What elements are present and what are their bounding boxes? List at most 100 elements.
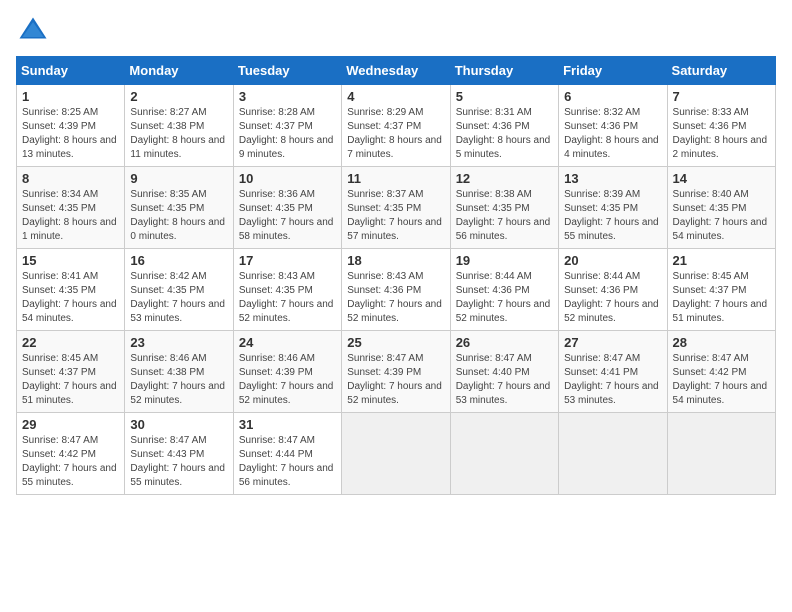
day-detail: Sunrise: 8:46 AM Sunset: 4:39 PM Dayligh… — [239, 352, 336, 408]
logo-icon — [18, 16, 48, 46]
day-number: 5 — [456, 89, 553, 104]
col-friday: Friday — [559, 57, 667, 85]
col-thursday: Thursday — [450, 57, 558, 85]
calendar-cell: 14 Sunrise: 8:40 AM Sunset: 4:35 PM Dayl… — [667, 167, 775, 249]
week-row-3: 15 Sunrise: 8:41 AM Sunset: 4:35 PM Dayl… — [17, 249, 776, 331]
col-wednesday: Wednesday — [342, 57, 450, 85]
day-number: 15 — [22, 253, 119, 268]
calendar-cell: 24 Sunrise: 8:46 AM Sunset: 4:39 PM Dayl… — [233, 331, 341, 413]
calendar-cell: 3 Sunrise: 8:28 AM Sunset: 4:37 PM Dayli… — [233, 85, 341, 167]
day-detail: Sunrise: 8:43 AM Sunset: 4:35 PM Dayligh… — [239, 270, 336, 326]
calendar-cell: 30 Sunrise: 8:47 AM Sunset: 4:43 PM Dayl… — [125, 413, 233, 495]
calendar-cell: 1 Sunrise: 8:25 AM Sunset: 4:39 PM Dayli… — [17, 85, 125, 167]
day-number: 31 — [239, 417, 336, 432]
calendar-cell: 2 Sunrise: 8:27 AM Sunset: 4:38 PM Dayli… — [125, 85, 233, 167]
day-number: 29 — [22, 417, 119, 432]
day-number: 8 — [22, 171, 119, 186]
day-detail: Sunrise: 8:33 AM Sunset: 4:36 PM Dayligh… — [673, 106, 770, 162]
day-detail: Sunrise: 8:31 AM Sunset: 4:36 PM Dayligh… — [456, 106, 553, 162]
week-row-5: 29 Sunrise: 8:47 AM Sunset: 4:42 PM Dayl… — [17, 413, 776, 495]
day-number: 13 — [564, 171, 661, 186]
col-saturday: Saturday — [667, 57, 775, 85]
day-detail: Sunrise: 8:47 AM Sunset: 4:42 PM Dayligh… — [22, 434, 119, 490]
calendar-cell — [342, 413, 450, 495]
calendar-cell: 16 Sunrise: 8:42 AM Sunset: 4:35 PM Dayl… — [125, 249, 233, 331]
day-number: 12 — [456, 171, 553, 186]
day-number: 24 — [239, 335, 336, 350]
calendar-table: Sunday Monday Tuesday Wednesday Thursday… — [16, 56, 776, 495]
calendar-cell: 5 Sunrise: 8:31 AM Sunset: 4:36 PM Dayli… — [450, 85, 558, 167]
day-number: 7 — [673, 89, 770, 104]
calendar-cell: 21 Sunrise: 8:45 AM Sunset: 4:37 PM Dayl… — [667, 249, 775, 331]
day-number: 6 — [564, 89, 661, 104]
header — [16, 16, 776, 46]
day-detail: Sunrise: 8:37 AM Sunset: 4:35 PM Dayligh… — [347, 188, 444, 244]
calendar-cell: 4 Sunrise: 8:29 AM Sunset: 4:37 PM Dayli… — [342, 85, 450, 167]
calendar-cell: 31 Sunrise: 8:47 AM Sunset: 4:44 PM Dayl… — [233, 413, 341, 495]
calendar-cell: 13 Sunrise: 8:39 AM Sunset: 4:35 PM Dayl… — [559, 167, 667, 249]
day-number: 3 — [239, 89, 336, 104]
day-detail: Sunrise: 8:34 AM Sunset: 4:35 PM Dayligh… — [22, 188, 119, 244]
calendar-header-row: Sunday Monday Tuesday Wednesday Thursday… — [17, 57, 776, 85]
day-number: 27 — [564, 335, 661, 350]
day-detail: Sunrise: 8:47 AM Sunset: 4:44 PM Dayligh… — [239, 434, 336, 490]
day-detail: Sunrise: 8:40 AM Sunset: 4:35 PM Dayligh… — [673, 188, 770, 244]
day-detail: Sunrise: 8:25 AM Sunset: 4:39 PM Dayligh… — [22, 106, 119, 162]
calendar-cell: 9 Sunrise: 8:35 AM Sunset: 4:35 PM Dayli… — [125, 167, 233, 249]
day-detail: Sunrise: 8:38 AM Sunset: 4:35 PM Dayligh… — [456, 188, 553, 244]
day-detail: Sunrise: 8:28 AM Sunset: 4:37 PM Dayligh… — [239, 106, 336, 162]
day-number: 9 — [130, 171, 227, 186]
calendar-cell: 27 Sunrise: 8:47 AM Sunset: 4:41 PM Dayl… — [559, 331, 667, 413]
day-detail: Sunrise: 8:45 AM Sunset: 4:37 PM Dayligh… — [673, 270, 770, 326]
calendar-cell — [450, 413, 558, 495]
day-number: 21 — [673, 253, 770, 268]
calendar-cell: 17 Sunrise: 8:43 AM Sunset: 4:35 PM Dayl… — [233, 249, 341, 331]
day-detail: Sunrise: 8:44 AM Sunset: 4:36 PM Dayligh… — [564, 270, 661, 326]
day-detail: Sunrise: 8:47 AM Sunset: 4:42 PM Dayligh… — [673, 352, 770, 408]
week-row-1: 1 Sunrise: 8:25 AM Sunset: 4:39 PM Dayli… — [17, 85, 776, 167]
col-monday: Monday — [125, 57, 233, 85]
day-number: 30 — [130, 417, 227, 432]
calendar-cell: 20 Sunrise: 8:44 AM Sunset: 4:36 PM Dayl… — [559, 249, 667, 331]
day-detail: Sunrise: 8:35 AM Sunset: 4:35 PM Dayligh… — [130, 188, 227, 244]
calendar-cell: 6 Sunrise: 8:32 AM Sunset: 4:36 PM Dayli… — [559, 85, 667, 167]
day-number: 2 — [130, 89, 227, 104]
day-number: 11 — [347, 171, 444, 186]
day-number: 10 — [239, 171, 336, 186]
day-detail: Sunrise: 8:39 AM Sunset: 4:35 PM Dayligh… — [564, 188, 661, 244]
day-detail: Sunrise: 8:47 AM Sunset: 4:39 PM Dayligh… — [347, 352, 444, 408]
day-detail: Sunrise: 8:47 AM Sunset: 4:43 PM Dayligh… — [130, 434, 227, 490]
day-detail: Sunrise: 8:47 AM Sunset: 4:41 PM Dayligh… — [564, 352, 661, 408]
week-row-4: 22 Sunrise: 8:45 AM Sunset: 4:37 PM Dayl… — [17, 331, 776, 413]
day-number: 4 — [347, 89, 444, 104]
day-number: 23 — [130, 335, 227, 350]
logo — [16, 16, 48, 46]
calendar-cell — [667, 413, 775, 495]
calendar-cell: 18 Sunrise: 8:43 AM Sunset: 4:36 PM Dayl… — [342, 249, 450, 331]
col-sunday: Sunday — [17, 57, 125, 85]
week-row-2: 8 Sunrise: 8:34 AM Sunset: 4:35 PM Dayli… — [17, 167, 776, 249]
calendar-cell: 12 Sunrise: 8:38 AM Sunset: 4:35 PM Dayl… — [450, 167, 558, 249]
day-detail: Sunrise: 8:46 AM Sunset: 4:38 PM Dayligh… — [130, 352, 227, 408]
day-number: 28 — [673, 335, 770, 350]
calendar-cell: 22 Sunrise: 8:45 AM Sunset: 4:37 PM Dayl… — [17, 331, 125, 413]
day-number: 17 — [239, 253, 336, 268]
day-number: 22 — [22, 335, 119, 350]
day-detail: Sunrise: 8:36 AM Sunset: 4:35 PM Dayligh… — [239, 188, 336, 244]
calendar-cell: 7 Sunrise: 8:33 AM Sunset: 4:36 PM Dayli… — [667, 85, 775, 167]
calendar-cell — [559, 413, 667, 495]
day-detail: Sunrise: 8:43 AM Sunset: 4:36 PM Dayligh… — [347, 270, 444, 326]
day-detail: Sunrise: 8:45 AM Sunset: 4:37 PM Dayligh… — [22, 352, 119, 408]
day-detail: Sunrise: 8:41 AM Sunset: 4:35 PM Dayligh… — [22, 270, 119, 326]
day-number: 19 — [456, 253, 553, 268]
day-number: 16 — [130, 253, 227, 268]
calendar-cell: 25 Sunrise: 8:47 AM Sunset: 4:39 PM Dayl… — [342, 331, 450, 413]
day-detail: Sunrise: 8:32 AM Sunset: 4:36 PM Dayligh… — [564, 106, 661, 162]
day-detail: Sunrise: 8:27 AM Sunset: 4:38 PM Dayligh… — [130, 106, 227, 162]
day-number: 14 — [673, 171, 770, 186]
day-detail: Sunrise: 8:29 AM Sunset: 4:37 PM Dayligh… — [347, 106, 444, 162]
calendar-cell: 8 Sunrise: 8:34 AM Sunset: 4:35 PM Dayli… — [17, 167, 125, 249]
calendar-cell: 28 Sunrise: 8:47 AM Sunset: 4:42 PM Dayl… — [667, 331, 775, 413]
calendar-cell: 11 Sunrise: 8:37 AM Sunset: 4:35 PM Dayl… — [342, 167, 450, 249]
day-number: 1 — [22, 89, 119, 104]
